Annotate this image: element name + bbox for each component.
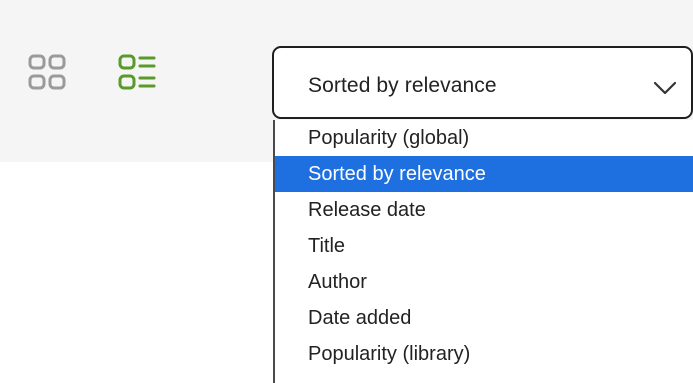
grid-view-icon[interactable] [28,53,68,99]
list-view-icon[interactable] [118,53,158,99]
sort-option-date-added[interactable]: Date added [275,300,693,336]
sort-option-popularity-library[interactable]: Popularity (library) [275,336,693,372]
sort-option-release-date[interactable]: Release date [275,192,693,228]
sort-options-list: Popularity (global) Sorted by relevance … [273,120,693,383]
sort-option-popularity-global[interactable]: Popularity (global) [275,120,693,156]
sort-option-relevance[interactable]: Sorted by relevance [275,156,693,192]
sort-option-title[interactable]: Title [275,228,693,264]
sort-option-author[interactable]: Author [275,264,693,300]
chevron-down-icon [652,80,678,96]
sort-selected-value: Sorted by relevance [308,74,497,97]
sort-dropdown[interactable]: Sorted by relevance [272,46,693,119]
